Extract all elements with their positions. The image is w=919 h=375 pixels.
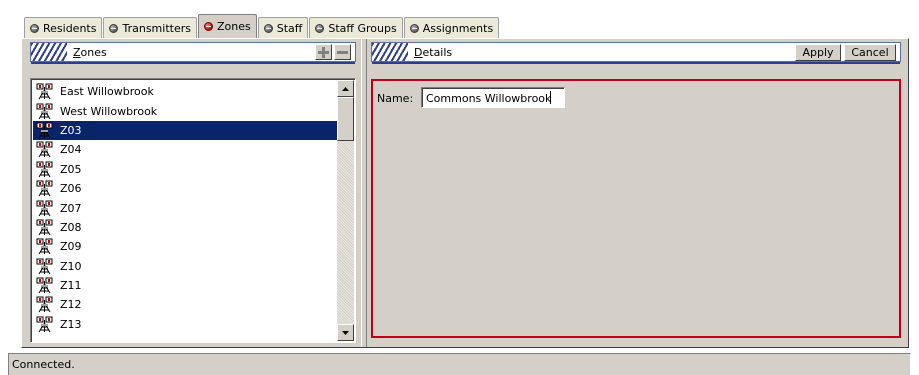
list-item-label: West Willowbrook xyxy=(60,104,158,118)
list-item-label: Z08 xyxy=(60,220,82,234)
tab-label: Assignments xyxy=(422,21,494,35)
header-underline xyxy=(31,62,355,64)
arrow-down-icon xyxy=(342,330,349,335)
details-panel-header: Details Apply Cancel xyxy=(371,42,901,64)
status-bar: Connected. xyxy=(8,353,911,375)
zones-list[interactable]: East Willowbrook West Willowbrook Z03 Z0… xyxy=(30,78,356,343)
status-text: Connected. xyxy=(12,358,75,371)
add-zone-button[interactable] xyxy=(315,44,332,60)
tower-icon xyxy=(36,161,53,178)
list-item-label: Z06 xyxy=(60,182,82,196)
tab-residents[interactable]: Residents xyxy=(24,17,103,38)
list-item-label: Z07 xyxy=(60,201,82,215)
tower-icon xyxy=(36,258,53,275)
list-item-label: Z10 xyxy=(60,259,82,273)
list-item[interactable]: Z06 xyxy=(33,179,337,198)
tab-status-icon xyxy=(315,23,325,33)
tower-icon xyxy=(36,83,53,100)
list-item[interactable]: Z10 xyxy=(33,257,337,276)
arrow-up-icon xyxy=(342,86,349,91)
tower-icon xyxy=(36,141,53,158)
list-item-label: Z12 xyxy=(60,298,82,312)
details-panel-title: Details xyxy=(414,45,453,59)
tab-label: Residents xyxy=(43,21,97,35)
tower-icon xyxy=(36,122,53,139)
tower-icon xyxy=(36,200,53,217)
tower-icon xyxy=(36,296,53,313)
header-underline xyxy=(372,62,900,64)
tab-label: Transmitters xyxy=(122,21,191,35)
list-item-label: Z05 xyxy=(60,162,82,176)
tab-label: Staff xyxy=(276,21,303,35)
list-item-label: Z04 xyxy=(60,143,82,157)
list-item[interactable]: Z05 xyxy=(33,160,337,179)
scroll-thumb[interactable] xyxy=(337,97,354,141)
app-window: Residents Transmitters Zones Staff Staff… xyxy=(0,0,919,375)
list-item[interactable]: West Willowbrook xyxy=(33,101,337,120)
list-item-label: Z03 xyxy=(60,123,82,137)
tower-icon xyxy=(36,219,53,236)
tab-assignments[interactable]: Assignments xyxy=(403,17,500,38)
tab-label: Staff Groups xyxy=(328,21,397,35)
text-cursor-icon xyxy=(550,91,555,104)
list-item-label: Z09 xyxy=(60,240,82,254)
zones-list-scrollbar[interactable] xyxy=(337,80,354,341)
tower-icon xyxy=(36,180,53,197)
tab-status-icon xyxy=(30,23,39,33)
tab-bar: Residents Transmitters Zones Staff Staff… xyxy=(24,14,500,38)
list-item[interactable]: Z12 xyxy=(33,295,337,314)
tab-status-icon xyxy=(109,23,119,33)
list-item-label: Z13 xyxy=(60,317,82,331)
tab-label: Zones xyxy=(216,20,251,33)
list-item[interactable]: East Willowbrook xyxy=(33,82,337,101)
name-field[interactable]: Commons Willowbrook xyxy=(421,87,565,108)
list-item[interactable]: Z04 xyxy=(33,140,337,159)
tab-status-icon xyxy=(203,22,213,31)
cancel-button[interactable]: Cancel xyxy=(844,44,896,61)
apply-button[interactable]: Apply xyxy=(795,44,841,61)
name-label: Name: xyxy=(377,92,414,105)
tab-staff-groups[interactable]: Staff Groups xyxy=(309,17,403,38)
list-item[interactable]: Z09 xyxy=(33,237,337,256)
list-item-label: Z11 xyxy=(60,279,82,293)
tab-staff[interactable]: Staff xyxy=(257,17,309,38)
zones-tab-panel: Zones Details Apply Cancel East Willowbr… xyxy=(21,38,909,348)
tower-icon xyxy=(36,277,53,294)
header-stripe-icon xyxy=(372,43,408,61)
scroll-down-button[interactable] xyxy=(337,324,354,341)
tab-status-icon xyxy=(263,23,273,33)
list-item-selected[interactable]: Z03 xyxy=(33,120,337,141)
header-stripe-icon xyxy=(31,43,67,61)
scroll-up-button[interactable] xyxy=(337,80,354,97)
plus-icon xyxy=(318,46,329,58)
tab-status-icon xyxy=(409,23,419,33)
remove-zone-button[interactable] xyxy=(334,44,351,60)
list-item[interactable]: Z08 xyxy=(33,218,337,237)
zones-panel-title: Zones xyxy=(73,45,107,59)
list-item[interactable]: Z07 xyxy=(33,198,337,217)
list-item[interactable]: Z11 xyxy=(33,276,337,295)
list-item-label: East Willowbrook xyxy=(60,85,154,99)
tab-zones[interactable]: Zones xyxy=(197,14,257,38)
name-field-value: Commons Willowbrook xyxy=(426,92,552,105)
panel-splitter[interactable] xyxy=(361,39,367,347)
tower-icon xyxy=(36,238,53,255)
tower-icon xyxy=(36,316,53,333)
tab-transmitters[interactable]: Transmitters xyxy=(103,17,197,38)
minus-icon xyxy=(337,50,348,54)
tower-icon xyxy=(36,103,53,120)
details-form: Name: Commons Willowbrook xyxy=(371,79,901,338)
list-item[interactable]: Z13 xyxy=(33,315,337,334)
zones-panel-header: Zones xyxy=(30,42,356,64)
zones-list-items: East Willowbrook West Willowbrook Z03 Z0… xyxy=(33,82,337,334)
